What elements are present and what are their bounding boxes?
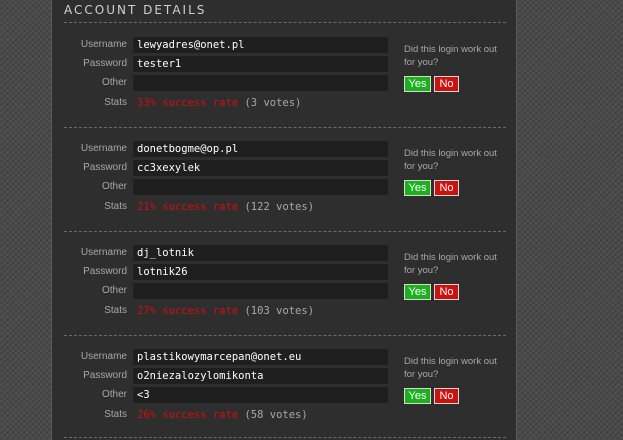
- password-field[interactable]: cc3xexylek: [133, 160, 388, 176]
- other-label: Other: [101, 389, 127, 400]
- username-label: Username: [80, 39, 127, 50]
- yes-button[interactable]: Yes: [404, 284, 431, 300]
- username-label: Username: [80, 143, 127, 154]
- account-entry: Username dj_lotnik Password lotnik26 Oth…: [52, 244, 516, 348]
- stats-label: Stats: [104, 305, 127, 316]
- vote-count: (103 votes): [244, 305, 315, 317]
- other-field[interactable]: [133, 75, 388, 91]
- vote-count: (58 votes): [244, 409, 308, 421]
- username-label: Username: [80, 247, 127, 258]
- other-label: Other: [101, 285, 127, 296]
- password-label: Password: [83, 370, 127, 381]
- username-label: Username: [80, 351, 127, 362]
- no-button[interactable]: No: [434, 180, 459, 196]
- other-field[interactable]: [133, 283, 388, 299]
- password-field[interactable]: o2niezalozylomikonta: [133, 368, 388, 384]
- other-label: Other: [101, 77, 127, 88]
- password-field[interactable]: tester1: [133, 56, 388, 72]
- account-entry: Username lewyadres@onet.pl Password test…: [52, 36, 516, 140]
- feedback-question: Did this login work out for you?: [404, 44, 497, 68]
- feedback-question: Did this login work out for you?: [404, 148, 497, 172]
- stats-label: Stats: [104, 409, 127, 420]
- success-rate: 33% success rate: [137, 97, 239, 109]
- entry-divider: [64, 335, 506, 336]
- stats-label: Stats: [104, 201, 127, 212]
- stats-label: Stats: [104, 97, 127, 108]
- success-rate: 21% success rate: [137, 201, 239, 213]
- no-button[interactable]: No: [434, 388, 459, 404]
- feedback-question: Did this login work out for you?: [404, 252, 497, 276]
- entry-divider: [64, 437, 506, 438]
- stats-value: 33% success rate (3 votes): [137, 95, 301, 111]
- stats-value: 21% success rate (122 votes): [137, 199, 314, 215]
- password-label: Password: [83, 266, 127, 277]
- username-field[interactable]: dj_lotnik: [133, 245, 388, 261]
- account-entry: Username plastikowymarcepan@onet.eu Pass…: [52, 348, 516, 440]
- yes-button[interactable]: Yes: [404, 388, 431, 404]
- feedback-question: Did this login work out for you?: [404, 356, 497, 380]
- entry-divider: [64, 231, 506, 232]
- username-field[interactable]: donetbogme@op.pl: [133, 141, 388, 157]
- no-button[interactable]: No: [434, 76, 459, 92]
- success-rate: 26% success rate: [137, 409, 239, 421]
- vote-count: (122 votes): [244, 201, 315, 213]
- username-field[interactable]: lewyadres@onet.pl: [133, 37, 388, 53]
- stats-value: 27% success rate (103 votes): [137, 303, 314, 319]
- section-title: ACCOUNT DETAILS: [64, 3, 207, 17]
- other-field[interactable]: [133, 179, 388, 195]
- other-label: Other: [101, 181, 127, 192]
- yes-button[interactable]: Yes: [404, 180, 431, 196]
- yes-button[interactable]: Yes: [404, 76, 431, 92]
- no-button[interactable]: No: [434, 284, 459, 300]
- password-label: Password: [83, 162, 127, 173]
- account-details-panel: ACCOUNT DETAILS Username lewyadres@onet.…: [51, 0, 517, 440]
- success-rate: 27% success rate: [137, 305, 239, 317]
- other-field[interactable]: <3: [133, 387, 388, 403]
- username-field[interactable]: plastikowymarcepan@onet.eu: [133, 349, 388, 365]
- password-field[interactable]: lotnik26: [133, 264, 388, 280]
- entry-divider: [64, 127, 506, 128]
- password-label: Password: [83, 58, 127, 69]
- vote-count: (3 votes): [244, 97, 302, 109]
- stats-value: 26% success rate (58 votes): [137, 407, 308, 423]
- title-divider: [64, 22, 506, 23]
- account-entry: Username donetbogme@op.pl Password cc3xe…: [52, 140, 516, 244]
